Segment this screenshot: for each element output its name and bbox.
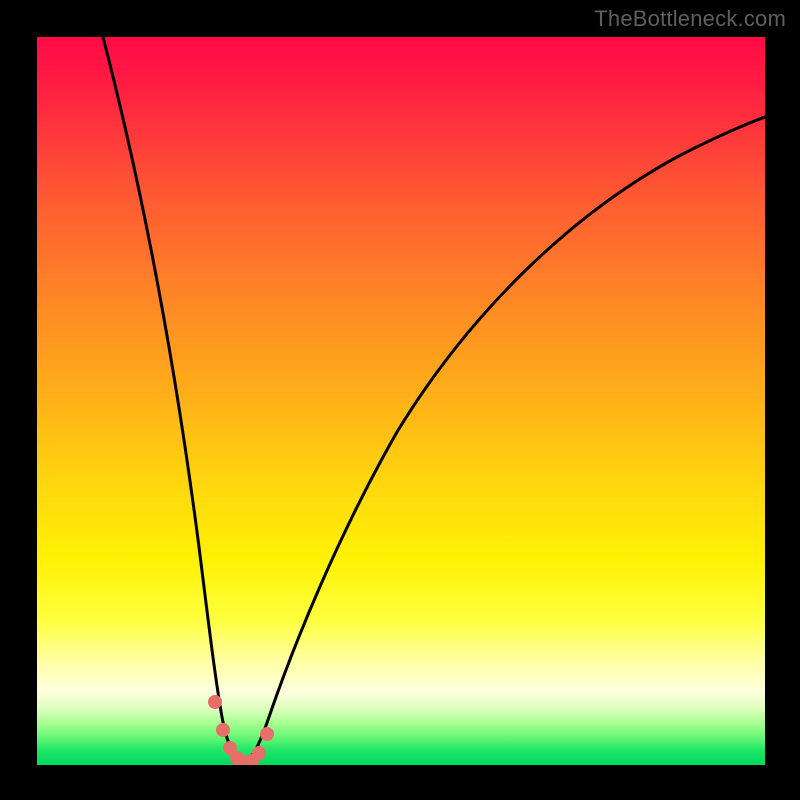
curve-marker <box>216 723 230 737</box>
watermark-text: TheBottleneck.com <box>594 6 786 32</box>
curve-marker <box>260 727 274 741</box>
curve-marker <box>252 746 266 760</box>
curve-layer <box>37 37 765 765</box>
chart-frame: TheBottleneck.com <box>0 0 800 800</box>
marker-group <box>208 695 274 765</box>
bottleneck-curve <box>103 37 765 762</box>
plot-area <box>37 37 765 765</box>
curve-marker <box>208 695 222 709</box>
